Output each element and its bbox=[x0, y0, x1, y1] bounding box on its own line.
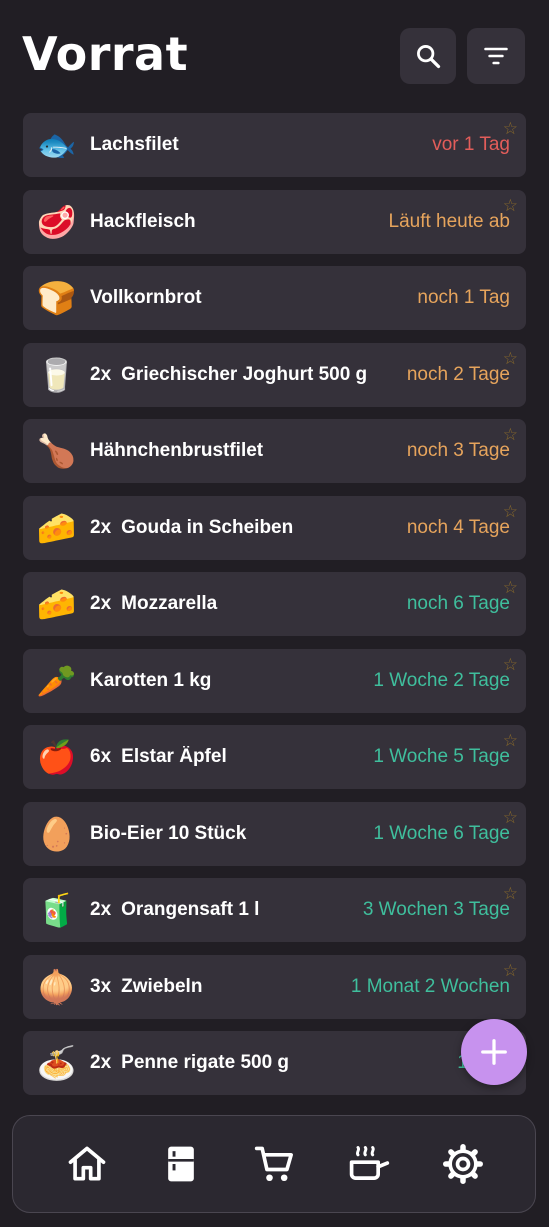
nav-cooking[interactable] bbox=[347, 1142, 391, 1186]
star-icon[interactable]: ☆ bbox=[503, 809, 518, 826]
food-icon: 🐟 bbox=[36, 126, 77, 164]
nav-home[interactable] bbox=[65, 1142, 109, 1186]
food-icon: 🥕 bbox=[36, 661, 77, 700]
pantry-list: 🐟 Lachsfilet vor 1 Tag ☆ 🥩 Hackfleisch L… bbox=[23, 113, 526, 1108]
filter-icon bbox=[484, 47, 508, 65]
list-item[interactable]: 🥛 2x Griechischer Joghurt 500 g noch 2 T… bbox=[23, 342, 526, 407]
item-name: Lachsfilet bbox=[90, 134, 179, 155]
item-quantity: 2x bbox=[90, 516, 112, 538]
food-icon: 🧀 bbox=[36, 585, 77, 623]
list-item[interactable]: 🧃 2x Orangensaft 1 l 3 Wochen 3 Tage ☆ bbox=[23, 878, 526, 942]
food-icon: 🥚 bbox=[36, 814, 77, 853]
food-icon: 🍗 bbox=[36, 432, 77, 470]
nav-pantry[interactable] bbox=[159, 1142, 203, 1186]
list-item[interactable]: 🧅 3x Zwiebeln 1 Monat 2 Wochen ☆ bbox=[23, 954, 526, 1019]
star-icon[interactable]: ☆ bbox=[503, 426, 518, 443]
cart-icon bbox=[254, 1146, 293, 1182]
item-name: Bio-Eier 10 Stück bbox=[90, 822, 247, 844]
search-icon bbox=[417, 45, 441, 69]
item-name: Griechischer Joghurt 500 g bbox=[121, 363, 368, 385]
list-item[interactable]: 🍝 2x Penne rigate 500 g 10 Mo ☆ bbox=[23, 1031, 526, 1095]
list-item[interactable]: 🧀 2x Gouda in Scheiben noch 4 Tage ☆ bbox=[23, 495, 526, 560]
food-icon: 🧃 bbox=[36, 891, 77, 929]
item-name: Elstar Äpfel bbox=[121, 746, 227, 767]
add-item-button[interactable] bbox=[461, 1019, 527, 1085]
item-name: Orangensaft 1 l bbox=[121, 899, 260, 920]
filter-button[interactable] bbox=[467, 28, 525, 84]
item-quantity: 2x bbox=[90, 363, 112, 385]
nav-shopping[interactable] bbox=[253, 1142, 297, 1186]
food-icon: 🍝 bbox=[36, 1044, 77, 1082]
item-name: Mozzarella bbox=[121, 593, 218, 614]
page-title: Vorrat bbox=[22, 27, 189, 81]
item-expiry: 1 Monat 2 Wochen bbox=[350, 975, 510, 997]
gear-icon bbox=[443, 1144, 483, 1184]
item-name: Gouda in Scheiben bbox=[121, 516, 294, 538]
item-quantity: 3x bbox=[90, 975, 112, 997]
header: Vorrat bbox=[0, 0, 549, 110]
star-icon[interactable]: ☆ bbox=[503, 350, 518, 367]
list-item[interactable]: 🥕 Karotten 1 kg 1 Woche 2 Tage ☆ bbox=[23, 648, 526, 713]
nav-settings[interactable] bbox=[441, 1142, 485, 1186]
item-name: Penne rigate 500 g bbox=[121, 1052, 290, 1073]
item-quantity: 2x bbox=[90, 593, 112, 614]
item-quantity: 2x bbox=[90, 1052, 112, 1073]
pot-icon bbox=[349, 1146, 390, 1180]
list-item[interactable]: 🍞 Vollkornbrot noch 1 Tag ☆ bbox=[23, 266, 526, 330]
star-icon[interactable]: ☆ bbox=[503, 962, 518, 979]
home-icon bbox=[68, 1146, 106, 1181]
item-name: Vollkornbrot bbox=[90, 287, 202, 308]
list-item[interactable]: 🥚 Bio-Eier 10 Stück 1 Woche 6 Tage ☆ bbox=[23, 801, 526, 866]
item-name: Hackfleisch bbox=[90, 210, 196, 232]
item-quantity: 2x bbox=[90, 899, 112, 920]
list-item[interactable]: 🍎 6x Elstar Äpfel 1 Woche 5 Tage ☆ bbox=[23, 725, 526, 789]
list-item[interactable]: 🧀 2x Mozzarella noch 6 Tage ☆ bbox=[23, 572, 526, 636]
star-icon[interactable]: ☆ bbox=[503, 579, 518, 596]
food-icon: 🥩 bbox=[36, 202, 77, 241]
star-icon[interactable]: ☆ bbox=[503, 503, 518, 520]
star-icon[interactable]: ☆ bbox=[503, 197, 518, 214]
item-expiry: 3 Wochen 3 Tage bbox=[362, 899, 510, 920]
item-expiry: noch 1 Tag bbox=[417, 287, 510, 308]
star-icon[interactable]: ☆ bbox=[503, 732, 518, 749]
item-name: Zwiebeln bbox=[121, 975, 203, 997]
star-icon[interactable]: ☆ bbox=[503, 656, 518, 673]
food-icon: 🍎 bbox=[36, 738, 77, 776]
star-icon[interactable]: ☆ bbox=[503, 885, 518, 902]
item-name: Karotten 1 kg bbox=[90, 669, 212, 691]
plus-icon bbox=[481, 1039, 507, 1065]
fridge-icon bbox=[168, 1146, 194, 1182]
list-item[interactable]: 🐟 Lachsfilet vor 1 Tag ☆ bbox=[23, 113, 526, 177]
item-name: Hähnchenbrustfilet bbox=[90, 440, 264, 461]
food-icon: 🧅 bbox=[36, 967, 77, 1006]
food-icon: 🍞 bbox=[36, 279, 77, 317]
search-button[interactable] bbox=[400, 28, 456, 84]
list-item[interactable]: 🥩 Hackfleisch Läuft heute ab ☆ bbox=[23, 189, 526, 254]
item-quantity: 6x bbox=[90, 746, 112, 767]
star-icon[interactable]: ☆ bbox=[503, 120, 518, 137]
food-icon: 🧀 bbox=[36, 508, 77, 547]
bottom-navigation bbox=[12, 1115, 536, 1213]
food-icon: 🥛 bbox=[36, 355, 77, 394]
list-item[interactable]: 🍗 Hähnchenbrustfilet noch 3 Tage ☆ bbox=[23, 419, 526, 483]
